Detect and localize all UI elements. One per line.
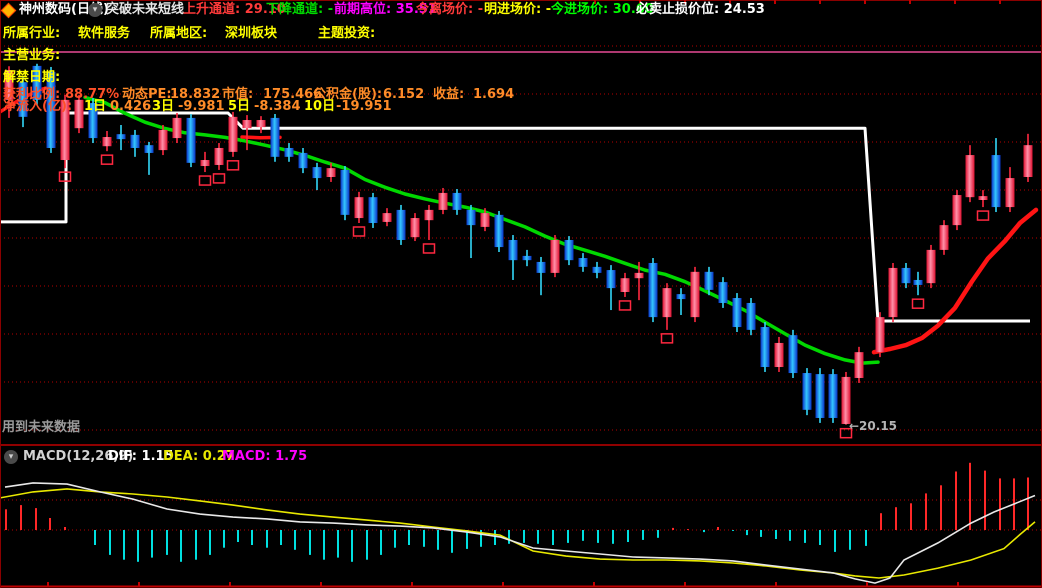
d10-value: -19.951 <box>336 99 392 114</box>
d3-label: 3日 <box>152 99 175 114</box>
entry-price-tomorrow: 明进场价: - <box>484 2 552 17</box>
eps-label: 收益: <box>433 87 465 102</box>
collapse-macd-icon[interactable]: ▾ <box>4 449 18 464</box>
d5-value: -8.384 <box>254 99 301 114</box>
net-inflow-label: 净流入(亿): <box>3 99 73 114</box>
app-icon[interactable] <box>0 2 17 20</box>
region-label: 所属地区: <box>150 26 208 41</box>
d10-label: 10日 <box>304 99 336 114</box>
d3-value: -9.981 <box>178 99 225 114</box>
eps-value: 1.694 <box>473 87 515 102</box>
theme-label: 主题投资: <box>318 26 376 41</box>
stop-loss-price: 必卖止损价位: 24.53 <box>636 2 765 17</box>
region-value: 深圳板块 <box>225 26 278 41</box>
macd-value: MACD: 1.75 <box>222 449 308 464</box>
d1-label: 1日 <box>84 99 107 114</box>
industry-label: 所属行业: <box>3 26 61 41</box>
low-price-label: ←20.15 <box>849 419 898 433</box>
future-data-warning: 用到未来数据 <box>2 420 81 435</box>
d5-label: 5日 <box>228 99 251 114</box>
main-business-label: 主营业务: <box>3 48 61 63</box>
exit-price-today: 今离场价: - <box>416 2 484 17</box>
industry-value: 软件服务 <box>78 26 131 41</box>
trading-app-window: 神州数码(日线) ▾ 突破未来短线 上升通道: 29.10 下降通道: - 前期… <box>0 0 1042 588</box>
d1-value: 0.426 <box>110 99 152 114</box>
indicator-name: 突破未来短线 <box>106 2 185 17</box>
unlock-date-label: 解禁日期: <box>3 70 61 85</box>
down-channel: 下降通道: - <box>266 2 334 17</box>
collapse-main-icon[interactable]: ▾ <box>88 3 102 18</box>
